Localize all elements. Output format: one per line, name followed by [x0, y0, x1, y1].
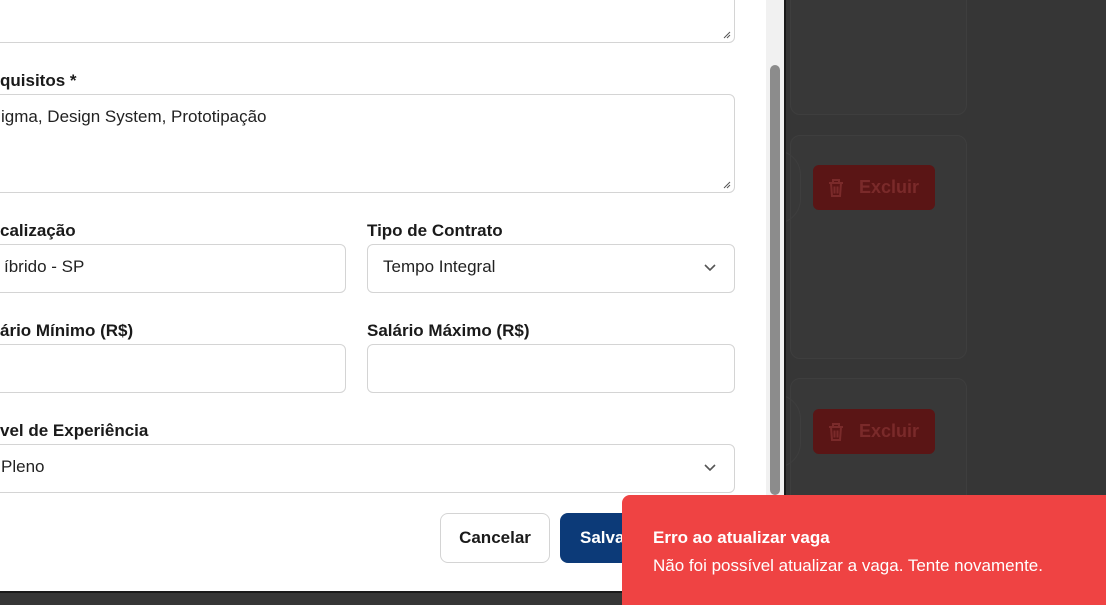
requirements-textarea[interactable]: igma, Design System, Prototipação	[0, 94, 735, 193]
resize-handle-icon[interactable]	[723, 181, 731, 189]
delete-label: Excluir	[859, 421, 920, 441]
toast-description: Não foi possível atualizar a vaga. Tente…	[653, 556, 1043, 575]
salary-max-input[interactable]	[367, 344, 735, 393]
background-delete-button: Excluir	[813, 165, 935, 210]
scrollbar-thumb[interactable]	[770, 65, 780, 495]
location-input[interactable]: íbrido - SP	[0, 244, 346, 293]
chevron-down-icon	[704, 464, 716, 472]
background-job-card	[790, 0, 967, 115]
location-value: íbrido - SP	[4, 257, 85, 276]
toast-title: Erro ao atualizar vaga	[653, 528, 830, 547]
experience-level-select[interactable]: Pleno	[0, 444, 735, 493]
salary-max-label: Salário Máximo (R$)	[367, 321, 530, 340]
requirements-value: igma, Design System, Prototipação	[1, 107, 267, 126]
location-label: calização	[0, 221, 76, 240]
salary-min-input[interactable]	[0, 344, 346, 393]
background-delete-button: Excluir	[813, 409, 935, 454]
experience-level-value: Pleno	[1, 457, 45, 476]
requirements-label: quisitos *	[0, 71, 77, 90]
contract-type-select[interactable]: Tempo Integral	[367, 244, 735, 293]
error-toast[interactable]: Erro ao atualizar vaga Não foi possível …	[622, 495, 1106, 605]
chevron-down-icon	[704, 264, 716, 272]
description-textarea[interactable]	[0, 0, 735, 43]
cancel-button[interactable]: Cancelar	[440, 513, 550, 563]
delete-label: Excluir	[859, 177, 920, 197]
salary-min-label: ário Mínimo (R$)	[0, 321, 134, 340]
resize-handle-icon[interactable]	[723, 31, 731, 39]
trash-icon	[829, 178, 843, 197]
experience-level-label: vel de Experiência	[0, 421, 149, 440]
contract-type-value: Tempo Integral	[383, 257, 496, 276]
trash-icon	[829, 422, 843, 441]
contract-type-label: Tipo de Contrato	[367, 221, 503, 240]
